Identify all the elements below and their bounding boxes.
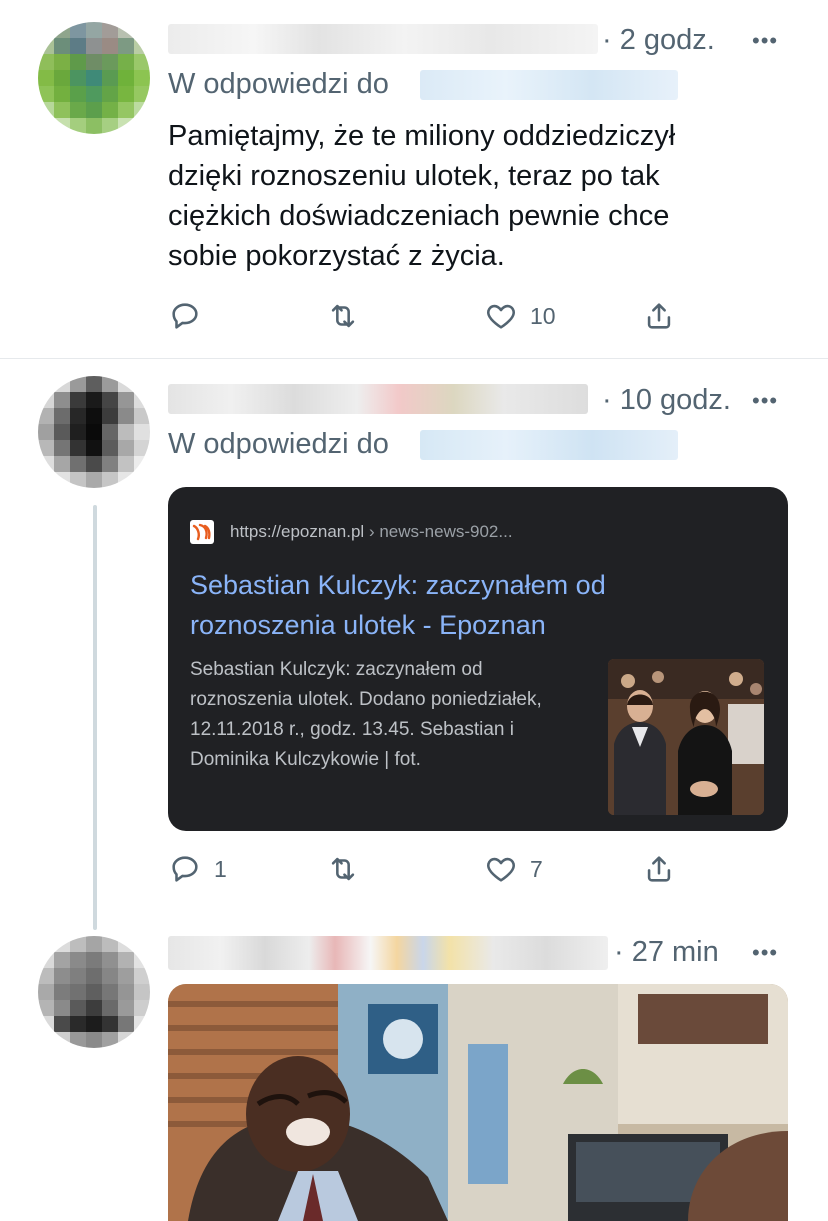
card-thumbnail[interactable] bbox=[608, 659, 764, 815]
card-snippet-line: roznoszenia ulotek. Dodano poniedziałek, bbox=[190, 689, 542, 710]
more-icon[interactable]: ••• bbox=[752, 940, 778, 966]
redacted-reply-handle[interactable] bbox=[420, 70, 678, 100]
tweet-text-line: Pamiętajmy, że te miliony oddziedziczył bbox=[168, 120, 676, 152]
tweet-timestamp[interactable]: · 27 min bbox=[614, 936, 719, 969]
card-domain: https://epoznan.pl bbox=[230, 522, 365, 541]
retweet-icon bbox=[331, 857, 355, 881]
retweet-button[interactable] bbox=[326, 849, 372, 889]
card-title-line: Sebastian Kulczyk: zaczynałem od bbox=[190, 570, 606, 600]
tweet-text-line: ciężkich doświadczeniach pewnie chce bbox=[168, 200, 670, 232]
reply-icon bbox=[172, 856, 198, 882]
tweet-text: Pamiętajmy, że te miliony oddziedziczył … bbox=[168, 116, 768, 276]
reply-icon bbox=[172, 303, 198, 329]
card-title[interactable]: Sebastian Kulczyk: zaczynałem od roznosz… bbox=[190, 565, 780, 645]
avatar[interactable] bbox=[38, 936, 150, 1048]
share-button[interactable] bbox=[642, 296, 688, 336]
tweet-actions: 1 7 bbox=[168, 849, 728, 889]
tweet-text-line: sobie pokorzystać z życia. bbox=[168, 240, 505, 272]
tweet-media-image[interactable] bbox=[168, 984, 788, 1221]
card-title-line: roznoszenia ulotek - Epoznan bbox=[190, 610, 546, 640]
avatar[interactable] bbox=[38, 22, 150, 134]
reply-button[interactable] bbox=[168, 296, 214, 336]
retweet-button[interactable] bbox=[326, 296, 372, 336]
share-icon bbox=[647, 856, 671, 882]
reply-count: 1 bbox=[214, 855, 227, 882]
redacted-username[interactable] bbox=[168, 384, 588, 414]
avatar[interactable] bbox=[38, 376, 150, 488]
site-favicon bbox=[190, 520, 214, 544]
retweet-icon bbox=[331, 304, 355, 328]
card-snippet-line: 12.11.2018 r., godz. 13.45. Sebastian i bbox=[190, 719, 514, 740]
like-count: 7 bbox=[530, 855, 543, 882]
like-icon bbox=[487, 857, 515, 882]
like-icon bbox=[487, 304, 515, 329]
tweet-text-line: dzięki roznoszeniu ulotek, teraz po tak bbox=[168, 160, 660, 192]
tweet-divider bbox=[0, 358, 828, 359]
card-snippet: Sebastian Kulczyk: zaczynałem od roznosz… bbox=[190, 655, 610, 775]
redacted-username[interactable] bbox=[168, 936, 608, 970]
like-button[interactable]: 10 bbox=[484, 296, 556, 336]
reply-button[interactable]: 1 bbox=[168, 849, 227, 889]
link-card[interactable]: https://epoznan.pl › news-news-902... Se… bbox=[168, 487, 788, 831]
more-icon[interactable]: ••• bbox=[752, 388, 778, 414]
card-snippet-line: Sebastian Kulczyk: zaczynałem od bbox=[190, 659, 483, 680]
reply-to-label: W odpowiedzi do bbox=[168, 428, 389, 460]
redacted-username[interactable] bbox=[168, 24, 598, 54]
reply-to-label: W odpowiedzi do bbox=[168, 68, 389, 100]
card-url[interactable]: https://epoznan.pl › news-news-902... bbox=[230, 522, 513, 542]
tweet-actions: 10 bbox=[168, 296, 728, 336]
tweet-timestamp[interactable]: · 2 godz. bbox=[602, 24, 715, 57]
card-path: › news-news-902... bbox=[364, 522, 513, 541]
share-button[interactable] bbox=[642, 849, 688, 889]
like-button[interactable]: 7 bbox=[484, 849, 543, 889]
card-snippet-line: Dominika Kulczykowie | fot. bbox=[190, 749, 421, 770]
redacted-reply-handle[interactable] bbox=[420, 430, 678, 460]
more-icon[interactable]: ••• bbox=[752, 28, 778, 54]
tweet-timestamp[interactable]: · 10 godz. bbox=[602, 384, 731, 417]
like-count: 10 bbox=[530, 302, 556, 329]
tweet-1[interactable]: · 2 godz. ••• W odpowiedzi do Pamiętajmy… bbox=[0, 0, 828, 360]
share-icon bbox=[647, 303, 671, 329]
